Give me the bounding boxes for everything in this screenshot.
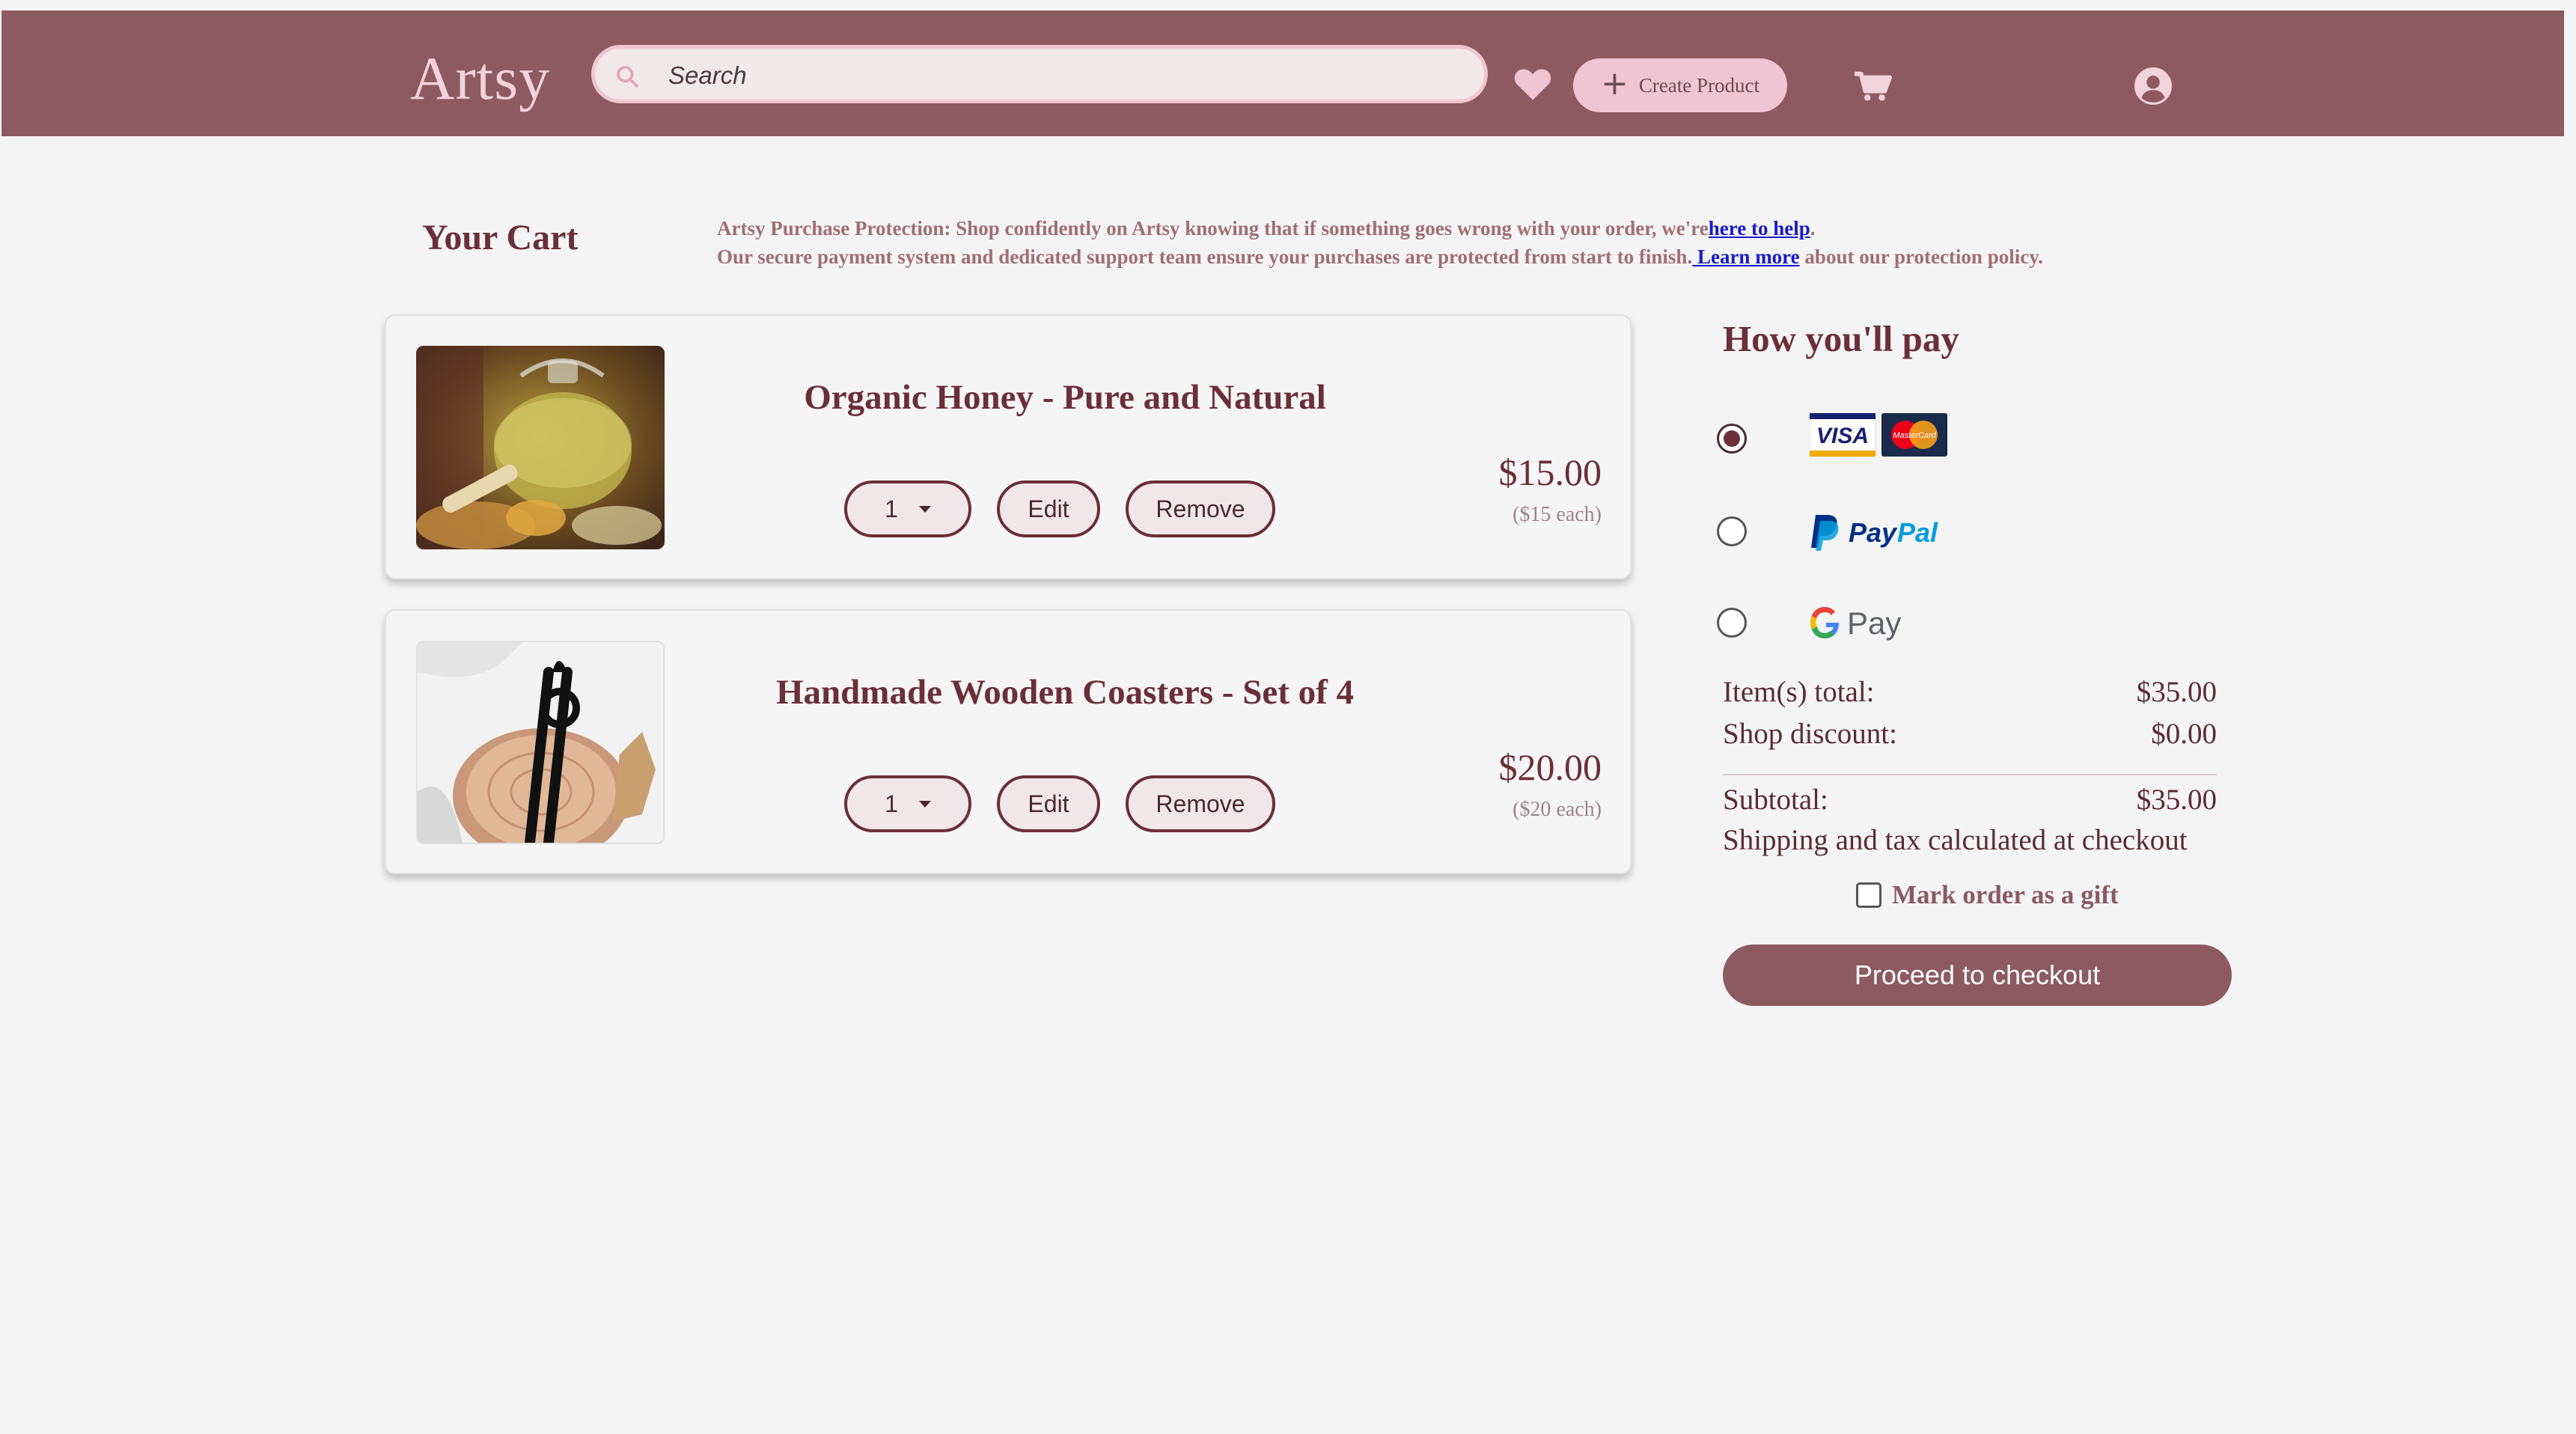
plus-icon: + [1600,64,1629,103]
remove-button[interactable]: Remove [1126,480,1275,537]
gift-checkbox[interactable] [1856,882,1881,908]
shipping-note: Shipping and tax calculated at checkout [1723,824,2188,856]
search-icon [617,66,638,88]
shop-discount-value: $0.00 [2151,718,2217,750]
proceed-to-checkout-button[interactable]: Proceed to checkout [1723,945,2232,1006]
quantity-select[interactable]: 1 [844,480,971,537]
product-image-coasters[interactable] [416,641,665,844]
gift-label: Mark order as a gift [1892,880,2119,909]
learn-more-link[interactable]: Learn more [1692,245,1800,268]
item-price: $20.00 [1498,746,1602,788]
shopping-cart-icon[interactable] [1855,70,1892,103]
heart-icon[interactable] [1513,66,1552,102]
item-price: $15.00 [1498,451,1602,493]
artsy-logo[interactable]: Artsy [410,43,550,114]
search-input[interactable] [667,56,1463,95]
chevron-down-icon [918,800,931,808]
payment-radio-card[interactable] [1717,424,1747,454]
product-image-honey[interactable] [416,346,665,549]
unit-price: ($15 each) [1513,503,1602,526]
paypal-text-pal: Pal [1897,517,1938,548]
quantity-value: 1 [885,495,898,522]
create-product-button[interactable]: + Create Product [1573,58,1787,112]
protection-text-2: Our secure payment system and dedicated … [717,245,1693,268]
google-pay-icon[interactable]: Pay [1810,600,1922,645]
payment-radio-gpay[interactable] [1717,608,1747,638]
subtotal-row: Subtotal: $35.00 [1723,783,2217,817]
top-navigation-bar: Artsy + Create Product [1,10,2564,136]
mastercard-text: MasterCard [1893,431,1936,440]
protection-text-1-end: . [1810,217,1816,239]
visa-mastercard-icon[interactable]: VISA MasterCard [1810,412,1949,460]
quantity-select[interactable]: 1 [844,775,971,832]
shop-discount-row: Shop discount: $0.00 [1723,717,2217,751]
edit-button[interactable]: Edit [997,775,1100,832]
visa-text: VISA [1816,424,1869,448]
here-to-help-link[interactable]: here to help [1709,217,1810,239]
gpay-text: Pay [1847,605,1901,641]
payment-section-title: How you'll pay [1723,318,1959,359]
create-product-label: Create Product [1638,73,1760,97]
items-total-value: $35.00 [2136,676,2217,708]
remove-button[interactable]: Remove [1126,775,1275,832]
cart-item: Handmade Wooden Coasters - Set of 4 1 Ed… [385,609,1632,874]
summary-divider [1723,774,2217,775]
gift-option[interactable]: Mark order as a gift [1856,880,2119,910]
chevron-down-icon [918,505,931,513]
page-title: Your Cart [422,218,579,257]
edit-button[interactable]: Edit [997,480,1100,537]
paypal-text-pay: Pay [1849,517,1898,548]
items-total-label: Item(s) total: [1723,676,1875,708]
search-bar[interactable] [591,45,1488,103]
product-name[interactable]: Handmade Wooden Coasters - Set of 4 [686,672,1444,713]
shop-discount-label: Shop discount: [1723,718,1897,750]
items-total-row: Item(s) total: $35.00 [1723,675,2217,709]
purchase-protection-notice: Artsy Purchase Protection: Shop confiden… [717,214,2214,271]
unit-price: ($20 each) [1513,798,1602,821]
subtotal-label: Subtotal: [1723,784,1828,816]
protection-text-2-end: about our protection policy. [1799,245,2043,268]
user-account-icon[interactable] [2134,67,2172,105]
quantity-value: 1 [885,790,898,817]
protection-text-1: Artsy Purchase Protection: Shop confiden… [717,217,1709,239]
payment-radio-paypal[interactable] [1717,516,1747,546]
cart-item: Organic Honey - Pure and Natural 1 Edit … [385,314,1632,579]
subtotal-value: $35.00 [2136,784,2217,816]
paypal-icon[interactable]: Pay Pal [1810,512,1959,552]
product-name[interactable]: Organic Honey - Pure and Natural [686,377,1444,418]
